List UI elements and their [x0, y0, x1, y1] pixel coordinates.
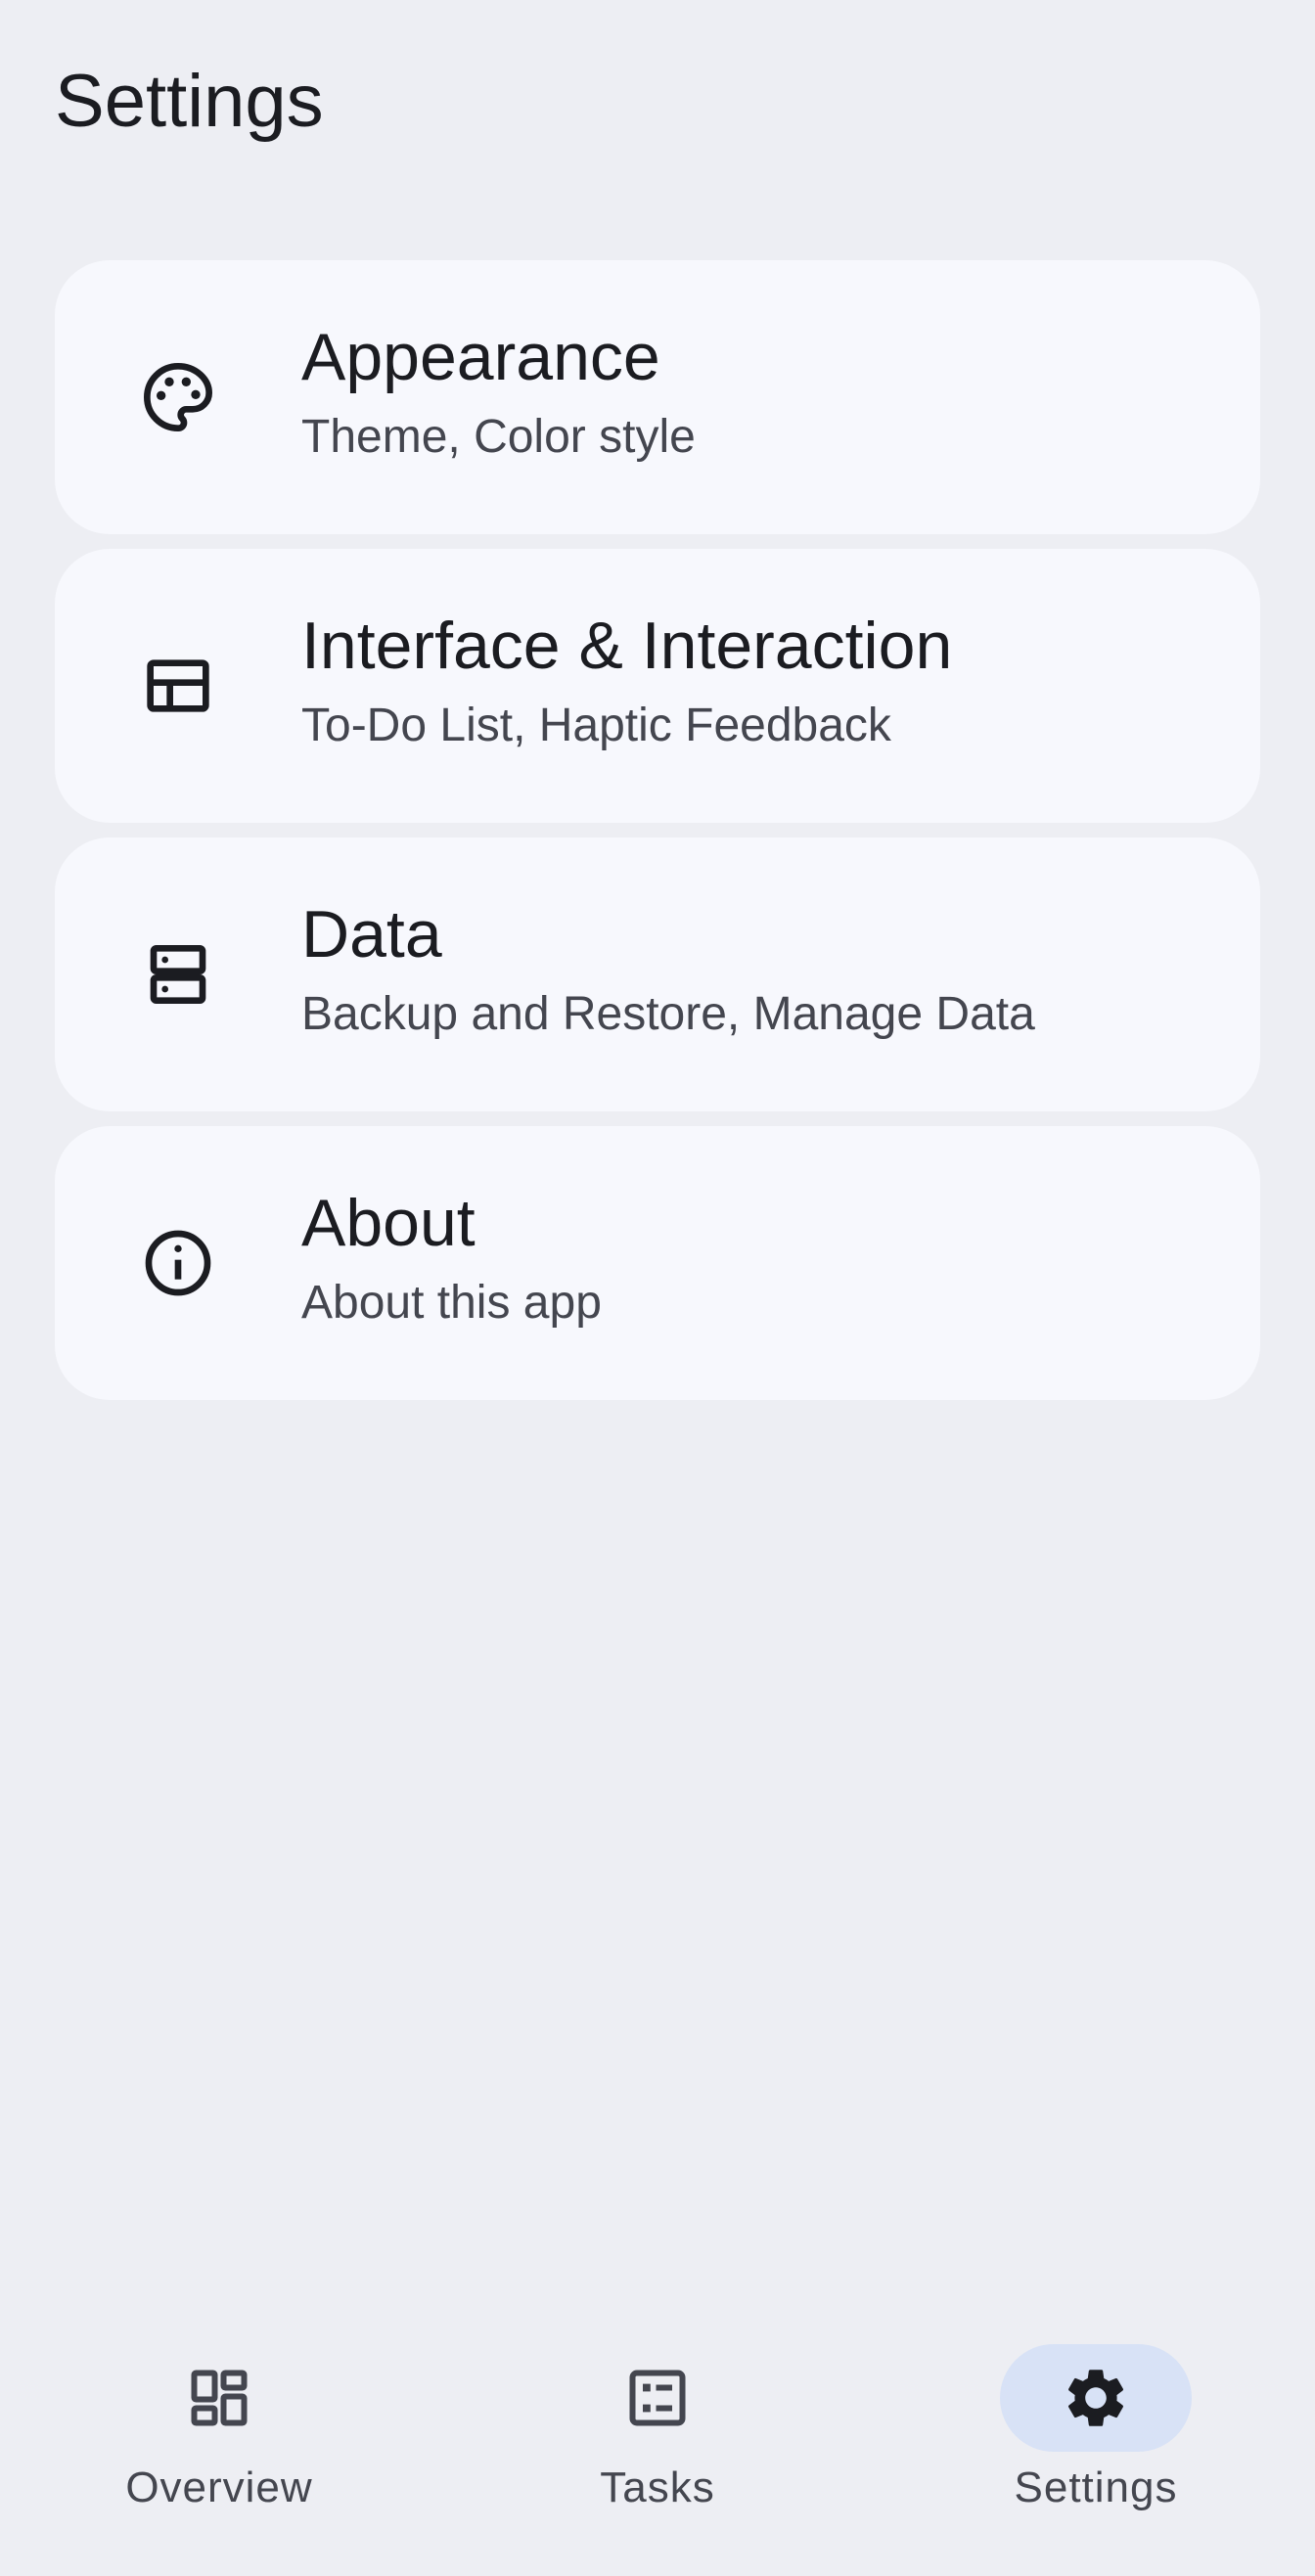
palette-icon [110, 329, 247, 466]
settings-item-title: About [301, 1186, 476, 1261]
settings-item-data[interactable]: Data Backup and Restore, Manage Data [55, 837, 1260, 1111]
info-icon [110, 1195, 247, 1332]
settings-item-interface-interaction[interactable]: Interface & Interaction To-Do List, Hapt… [55, 549, 1260, 823]
bottom-navigation: Overview Tasks Settings [0, 2309, 1315, 2576]
dashboard-icon [123, 2344, 315, 2452]
settings-list: Appearance Theme, Color style Interface … [55, 260, 1260, 1400]
settings-item-title: Appearance [301, 320, 660, 395]
settings-item-subtitle: To-Do List, Haptic Feedback [301, 700, 891, 752]
nav-label: Overview [125, 2463, 313, 2511]
gear-icon [1000, 2344, 1192, 2452]
settings-item-appearance[interactable]: Appearance Theme, Color style [55, 260, 1260, 534]
nav-label: Tasks [600, 2463, 715, 2511]
settings-screen: Settings Appearance Theme, Color style I… [0, 0, 1315, 2576]
settings-item-about[interactable]: About About this app [55, 1126, 1260, 1400]
nav-item-overview[interactable]: Overview [0, 2309, 438, 2576]
settings-item-subtitle: Backup and Restore, Manage Data [301, 988, 1035, 1041]
nav-label: Settings [1014, 2463, 1178, 2511]
layout-icon [110, 617, 247, 754]
settings-item-title: Data [301, 897, 442, 972]
page-title: Settings [55, 60, 324, 143]
settings-item-subtitle: About this app [301, 1277, 602, 1330]
task-list-icon [562, 2344, 753, 2452]
storage-icon [110, 906, 247, 1043]
settings-item-title: Interface & Interaction [301, 609, 953, 684]
settings-item-subtitle: Theme, Color style [301, 411, 696, 464]
nav-item-tasks[interactable]: Tasks [438, 2309, 877, 2576]
nav-item-settings[interactable]: Settings [877, 2309, 1315, 2576]
